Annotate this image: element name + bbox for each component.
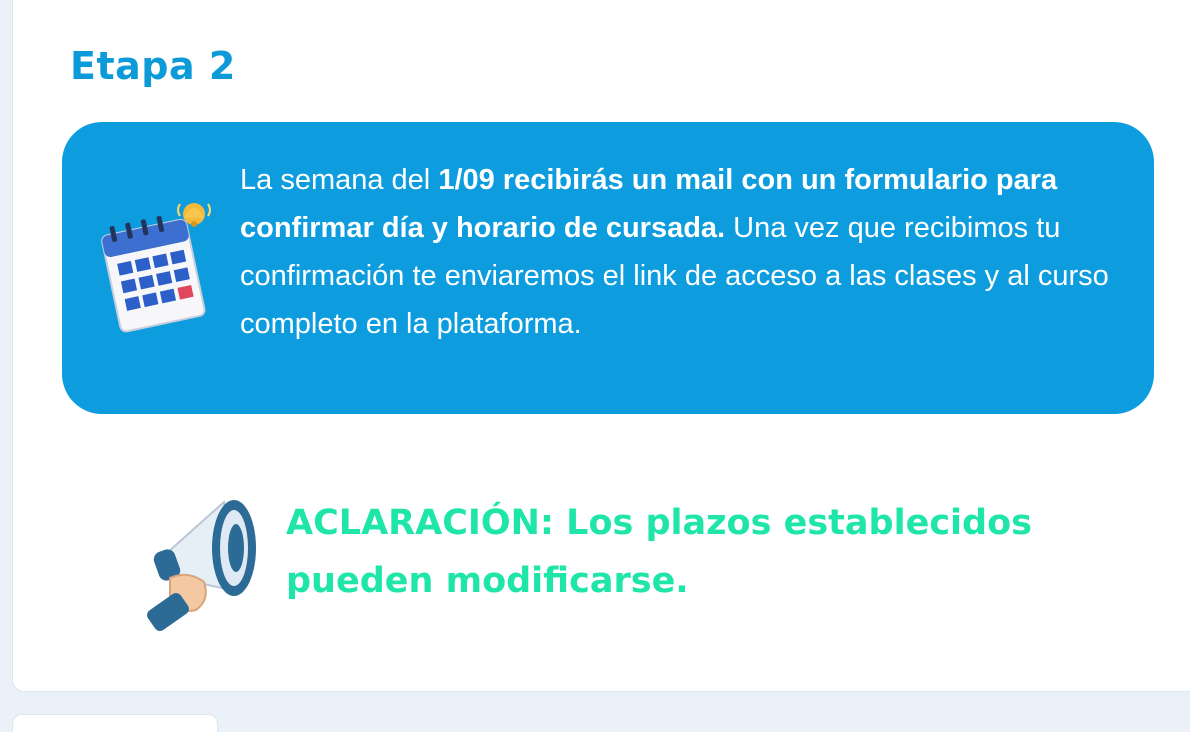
info-text-part1: La semana del <box>240 164 439 196</box>
stage-title: Etapa 2 <box>70 44 236 88</box>
megaphone-icon <box>147 500 256 631</box>
calendar-bell-icon <box>101 203 211 333</box>
info-text: La semana del 1/09 recibirás un mail con… <box>240 156 1120 348</box>
next-card <box>12 714 218 732</box>
page: Etapa 2 La semana del 1/09 recibirás un … <box>0 0 1190 732</box>
note-text: ACLARACIÓN: Los plazos establecidos pued… <box>286 503 1032 601</box>
